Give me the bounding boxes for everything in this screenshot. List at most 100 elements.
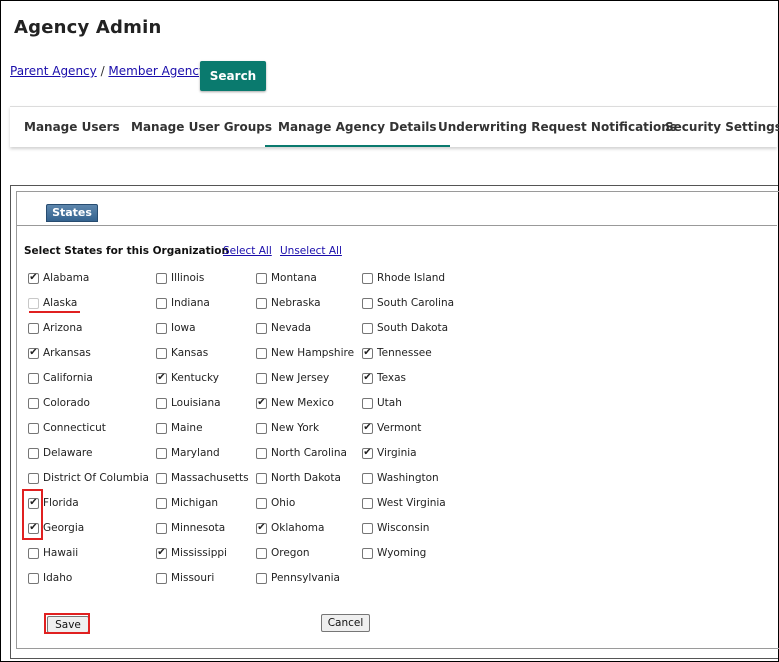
state-checkbox-washington[interactable]: [362, 472, 373, 484]
state-checkbox-new-jersey[interactable]: [256, 372, 267, 384]
highlight-box-florida-georgia: [22, 489, 43, 540]
state-option-south-dakota: South Dakota: [362, 321, 448, 335]
state-label-iowa: Iowa: [171, 322, 196, 334]
state-checkbox-texas[interactable]: ✔: [362, 372, 373, 384]
state-checkbox-connecticut[interactable]: [28, 422, 39, 434]
state-checkbox-montana[interactable]: [256, 272, 267, 284]
state-option-minnesota: Minnesota: [156, 521, 225, 535]
state-option-north-dakota: North Dakota: [256, 471, 341, 485]
select-all-link[interactable]: Select All: [223, 245, 272, 257]
state-checkbox-south-dakota[interactable]: [362, 322, 373, 334]
tab-bar: Manage Users Manage User Groups Manage A…: [10, 106, 779, 147]
state-checkbox-district-of-columbia[interactable]: [28, 472, 39, 484]
state-checkbox-alabama[interactable]: ✔: [28, 272, 39, 284]
check-icon: ✔: [363, 422, 372, 433]
state-option-alabama: ✔ Alabama: [28, 271, 89, 285]
state-checkbox-oregon[interactable]: [256, 547, 267, 559]
tab-security-settings[interactable]: Security Settings: [665, 107, 779, 145]
state-checkbox-nevada[interactable]: [256, 322, 267, 334]
check-icon: ✔: [29, 347, 38, 358]
state-checkbox-rhode-island[interactable]: [362, 272, 373, 284]
state-checkbox-oklahoma[interactable]: ✔: [256, 522, 267, 534]
state-option-massachusetts: Massachusetts: [156, 471, 249, 485]
state-label-illinois: Illinois: [171, 272, 205, 284]
state-checkbox-mississippi[interactable]: ✔: [156, 547, 167, 559]
state-option-kentucky: ✔ Kentucky: [156, 371, 219, 385]
state-option-michigan: Michigan: [156, 496, 218, 510]
check-icon: ✔: [363, 447, 372, 458]
state-label-arizona: Arizona: [43, 322, 83, 334]
tab-manage-agency-details[interactable]: Manage Agency Details: [265, 107, 450, 147]
state-label-kansas: Kansas: [171, 347, 209, 359]
state-label-colorado: Colorado: [43, 397, 90, 409]
state-checkbox-massachusetts[interactable]: [156, 472, 167, 484]
state-checkbox-kansas[interactable]: [156, 347, 167, 359]
state-option-pennsylvania: Pennsylvania: [256, 571, 340, 585]
state-checkbox-california[interactable]: [28, 372, 39, 384]
state-checkbox-arizona[interactable]: [28, 322, 39, 334]
state-checkbox-wyoming[interactable]: [362, 547, 373, 559]
state-option-new-york: New York: [256, 421, 319, 435]
state-label-minnesota: Minnesota: [171, 522, 226, 534]
state-checkbox-wisconsin[interactable]: [362, 522, 373, 534]
state-checkbox-hawaii[interactable]: [28, 547, 39, 559]
state-checkbox-north-dakota[interactable]: [256, 472, 267, 484]
state-label-nebraska: Nebraska: [271, 297, 321, 309]
state-checkbox-indiana[interactable]: [156, 297, 167, 309]
state-checkbox-alaska: [28, 297, 39, 309]
state-checkbox-nebraska[interactable]: [256, 297, 267, 309]
state-checkbox-new-york[interactable]: [256, 422, 267, 434]
state-option-arizona: Arizona: [28, 321, 82, 335]
state-checkbox-minnesota[interactable]: [156, 522, 167, 534]
state-checkbox-kentucky[interactable]: ✔: [156, 372, 167, 384]
state-checkbox-iowa[interactable]: [156, 322, 167, 334]
state-checkbox-pennsylvania[interactable]: [256, 572, 267, 584]
state-checkbox-new-hampshire[interactable]: [256, 347, 267, 359]
state-checkbox-maryland[interactable]: [156, 447, 167, 459]
cancel-button[interactable]: Cancel: [321, 614, 370, 632]
states-tab[interactable]: States: [46, 204, 98, 222]
state-checkbox-utah[interactable]: [362, 397, 373, 409]
state-checkbox-tennessee[interactable]: ✔: [362, 347, 373, 359]
state-option-missouri: Missouri: [156, 571, 214, 585]
state-label-connecticut: Connecticut: [43, 422, 106, 434]
state-label-texas: Texas: [377, 372, 407, 384]
state-option-connecticut: Connecticut: [28, 421, 106, 435]
state-option-oregon: Oregon: [256, 546, 310, 560]
tab-manage-user-groups[interactable]: Manage User Groups: [131, 107, 272, 145]
state-checkbox-louisiana[interactable]: [156, 397, 167, 409]
state-option-louisiana: Louisiana: [156, 396, 221, 410]
state-label-indiana: Indiana: [171, 297, 210, 309]
highlight-box-save: [44, 613, 90, 634]
state-label-west-virginia: West Virginia: [377, 497, 446, 509]
state-checkbox-idaho[interactable]: [28, 572, 39, 584]
state-label-alabama: Alabama: [43, 272, 90, 284]
state-option-montana: Montana: [256, 271, 317, 285]
check-icon: ✔: [257, 522, 266, 533]
state-label-rhode-island: Rhode Island: [377, 272, 446, 284]
tab-underwriting-request-notifications[interactable]: Underwriting Request Notifications: [438, 107, 677, 145]
state-checkbox-vermont[interactable]: ✔: [362, 422, 373, 434]
state-checkbox-ohio[interactable]: [256, 497, 267, 509]
state-checkbox-virginia[interactable]: ✔: [362, 447, 373, 459]
state-checkbox-south-carolina[interactable]: [362, 297, 373, 309]
state-label-utah: Utah: [377, 397, 402, 409]
state-checkbox-north-carolina[interactable]: [256, 447, 267, 459]
state-checkbox-maine[interactable]: [156, 422, 167, 434]
state-option-illinois: Illinois: [156, 271, 204, 285]
unselect-all-link[interactable]: Unselect All: [280, 245, 342, 257]
state-checkbox-delaware[interactable]: [28, 447, 39, 459]
state-option-new-jersey: New Jersey: [256, 371, 329, 385]
state-checkbox-new-mexico[interactable]: ✔: [256, 397, 267, 409]
breadcrumb-parent-agency[interactable]: Parent Agency: [10, 64, 97, 78]
state-label-north-carolina: North Carolina: [271, 447, 347, 459]
state-checkbox-missouri[interactable]: [156, 572, 167, 584]
search-button[interactable]: Search: [200, 61, 266, 91]
state-label-south-dakota: South Dakota: [377, 322, 449, 334]
state-checkbox-colorado[interactable]: [28, 397, 39, 409]
state-checkbox-arkansas[interactable]: ✔: [28, 347, 39, 359]
state-checkbox-michigan[interactable]: [156, 497, 167, 509]
tab-manage-users[interactable]: Manage Users: [24, 107, 120, 145]
state-checkbox-illinois[interactable]: [156, 272, 167, 284]
state-checkbox-west-virginia[interactable]: [362, 497, 373, 509]
